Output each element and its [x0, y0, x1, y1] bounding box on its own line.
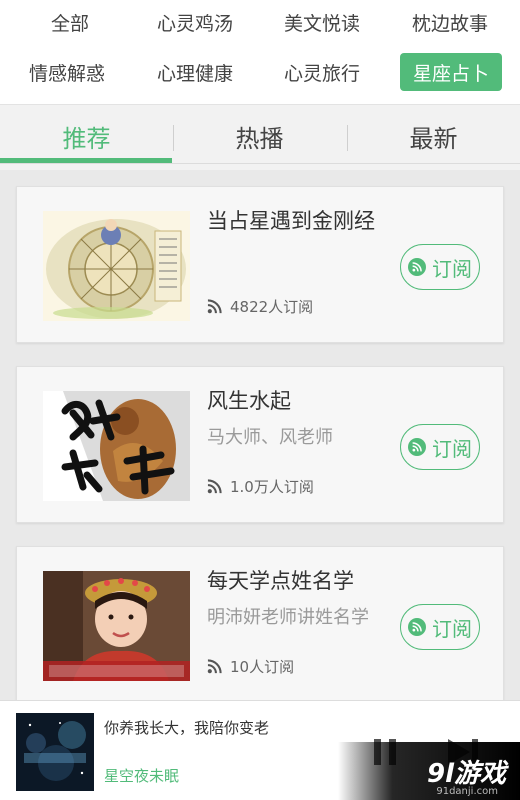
album-card[interactable]: 每天学点姓名学 明沛妍老师讲姓名学 10人订阅 订阅 — [16, 546, 504, 703]
rss-icon — [408, 618, 426, 636]
album-author: 马大师、风老师 — [207, 427, 333, 448]
watermark-brand: 9l游戏 — [426, 758, 506, 789]
album-title: 风生水起 — [207, 389, 291, 413]
album-cover-image — [16, 713, 94, 791]
watermark-site: 91danji.com — [436, 786, 498, 797]
subscribe-button[interactable]: 订阅 — [400, 244, 480, 290]
subscriber-count: 1.0万人订阅 — [207, 476, 314, 497]
album-author: 明沛妍老师讲姓名学 — [207, 607, 369, 628]
category-essay-reading[interactable]: 美文悦读 — [257, 2, 387, 42]
album-card[interactable]: 当占星遇到金刚经 4822人订阅 订阅 — [16, 186, 504, 343]
subscribe-button[interactable]: 订阅 — [400, 604, 480, 650]
category-soul-soup[interactable]: 心灵鸡汤 — [130, 2, 260, 42]
track-title: 你养我长大，我陪你变老 — [104, 719, 270, 737]
category-bedtime-stories[interactable]: 枕边故事 — [385, 2, 515, 42]
subscriber-count: 10人订阅 — [207, 656, 294, 677]
rss-icon — [207, 299, 222, 314]
portrait-image — [43, 571, 190, 681]
album-card[interactable]: 风生水起 马大师、风老师 1.0万人订阅 订阅 — [16, 366, 504, 523]
album-title: 当占星遇到金刚经 — [207, 209, 375, 233]
tab-latest[interactable]: 最新 — [347, 105, 520, 167]
calligraphy-image — [43, 391, 190, 501]
category-astrology[interactable]: 星座占卜 — [400, 53, 502, 91]
category-mental-health[interactable]: 心理健康 — [130, 52, 260, 92]
category-all[interactable]: 全部 — [5, 2, 135, 42]
subscriber-count: 4822人订阅 — [207, 296, 313, 317]
album-title: 每天学点姓名学 — [207, 569, 354, 593]
divider — [0, 163, 520, 164]
rss-icon — [207, 479, 222, 494]
watermark-logo: 9l游戏 91danji.com — [338, 742, 520, 800]
tab-popular[interactable]: 热播 — [173, 105, 346, 167]
rss-icon — [408, 438, 426, 456]
zodiac-wheel-image — [43, 211, 190, 321]
category-soul-travel[interactable]: 心灵旅行 — [257, 52, 387, 92]
category-emotion-advice[interactable]: 情感解惑 — [2, 52, 132, 92]
rss-icon — [408, 258, 426, 276]
subscribe-button[interactable]: 订阅 — [400, 424, 480, 470]
category-grid: 全部 心灵鸡汤 美文悦读 枕边故事 情感解惑 心理健康 心灵旅行 星座占卜 — [0, 0, 520, 104]
track-artist: 星空夜未眠 — [104, 767, 180, 785]
rss-icon — [207, 659, 222, 674]
